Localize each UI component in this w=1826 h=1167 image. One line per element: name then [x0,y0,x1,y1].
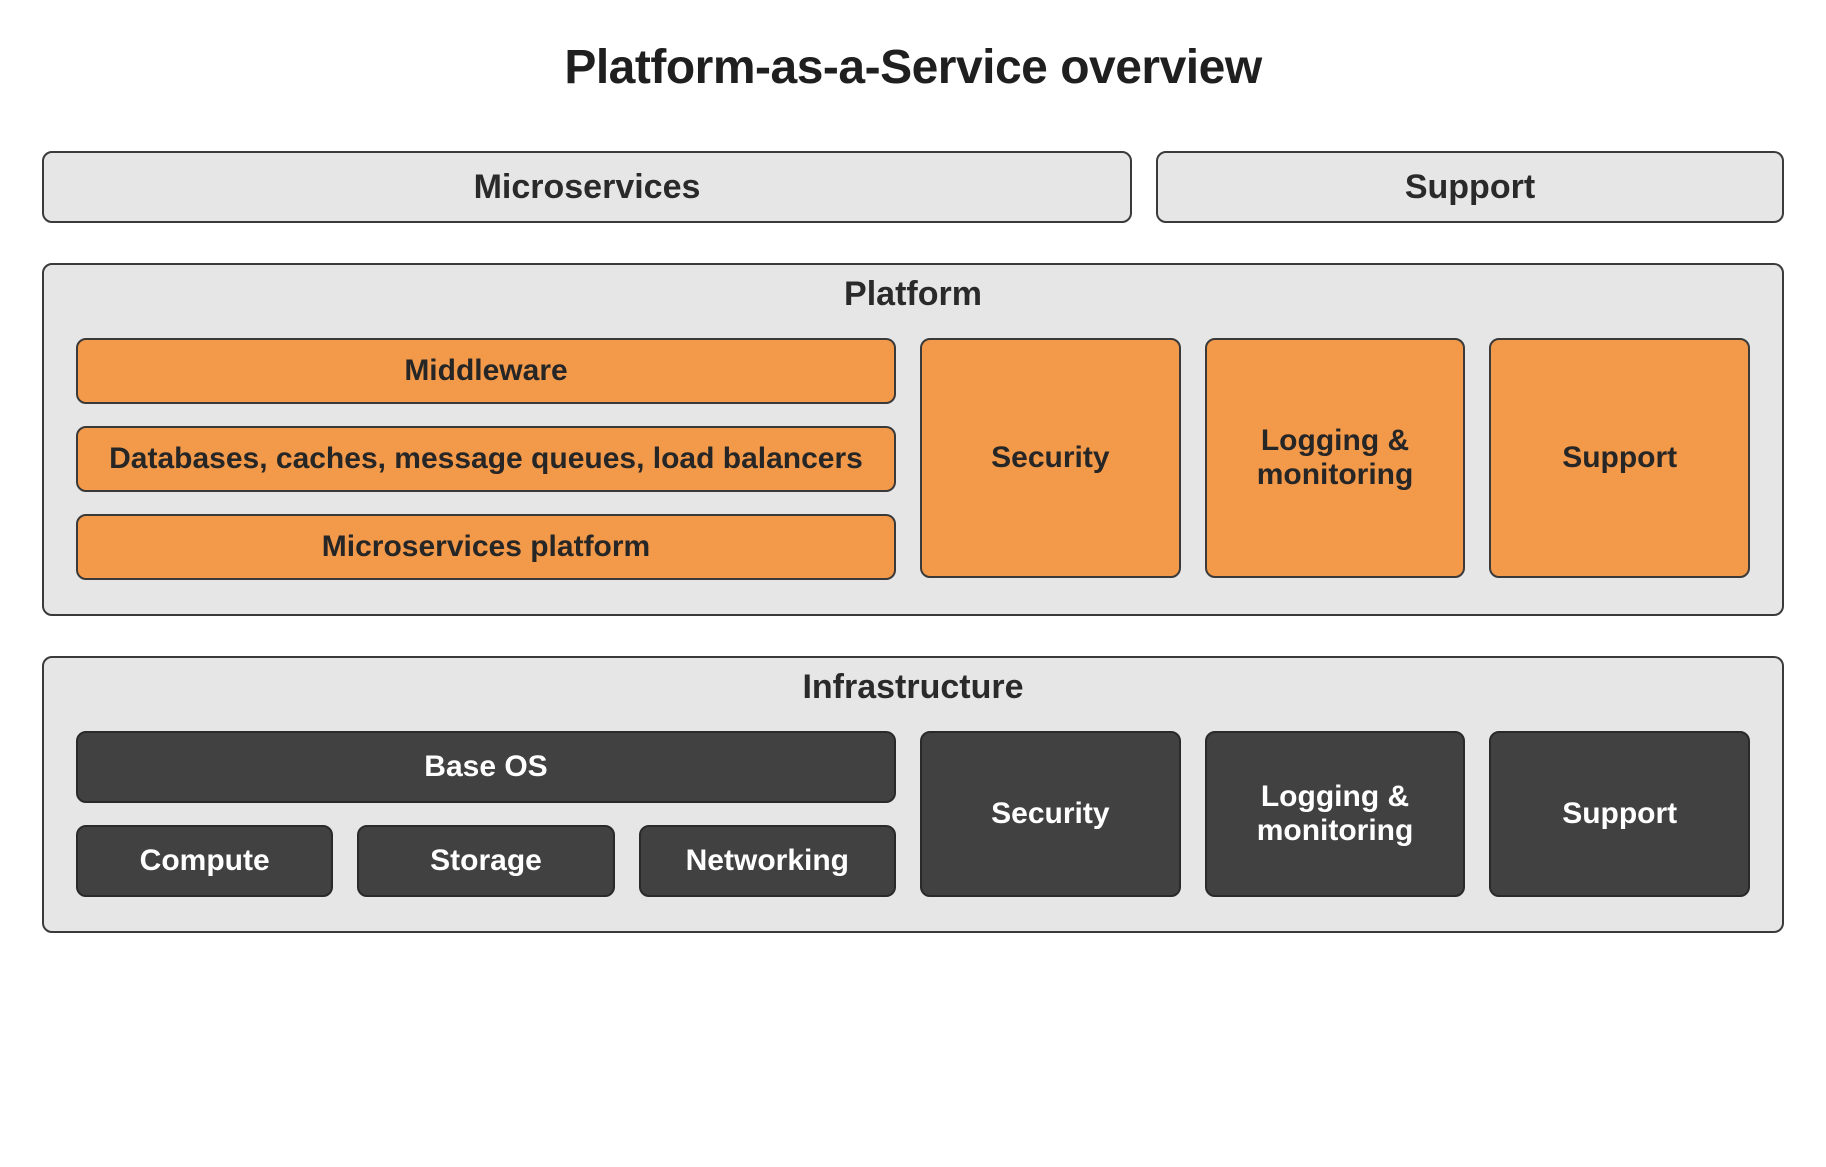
data-services-box: Databases, caches, message queues, load … [76,426,896,492]
microservices-platform-box: Microservices platform [76,514,896,580]
top-row: Microservices Support [42,151,1784,223]
diagram-canvas: Platform-as-a-Service overview Microserv… [0,0,1826,1167]
infrastructure-bottom-row: Compute Storage Networking [76,825,896,897]
platform-support-box: Support [1489,338,1750,578]
top-support-panel: Support [1156,151,1784,223]
infrastructure-body: Base OS Compute Storage Networking Secur… [76,731,1750,897]
platform-logging-box: Logging & monitoring [1205,338,1466,578]
middleware-box: Middleware [76,338,896,404]
infra-security-box: Security [920,731,1181,897]
platform-title: Platform [76,265,1750,320]
platform-body: Middleware Databases, caches, message qu… [76,338,1750,580]
infrastructure-panel: Infrastructure Base OS Compute Storage N… [42,656,1784,933]
microservices-label: Microservices [474,168,701,207]
base-os-box: Base OS [76,731,896,803]
microservices-panel: Microservices [42,151,1132,223]
diagram-title: Platform-as-a-Service overview [42,40,1784,95]
platform-stack: Middleware Databases, caches, message qu… [76,338,896,580]
platform-panel: Platform Middleware Databases, caches, m… [42,263,1784,616]
infra-support-box: Support [1489,731,1750,897]
infrastructure-stack: Base OS Compute Storage Networking [76,731,896,897]
infrastructure-row: Infrastructure Base OS Compute Storage N… [42,656,1784,933]
platform-row: Platform Middleware Databases, caches, m… [42,263,1784,616]
storage-box: Storage [357,825,614,897]
infrastructure-title: Infrastructure [76,658,1750,713]
networking-box: Networking [639,825,896,897]
compute-box: Compute [76,825,333,897]
platform-security-box: Security [920,338,1181,578]
infra-logging-box: Logging & monitoring [1205,731,1466,897]
top-support-label: Support [1405,168,1535,207]
